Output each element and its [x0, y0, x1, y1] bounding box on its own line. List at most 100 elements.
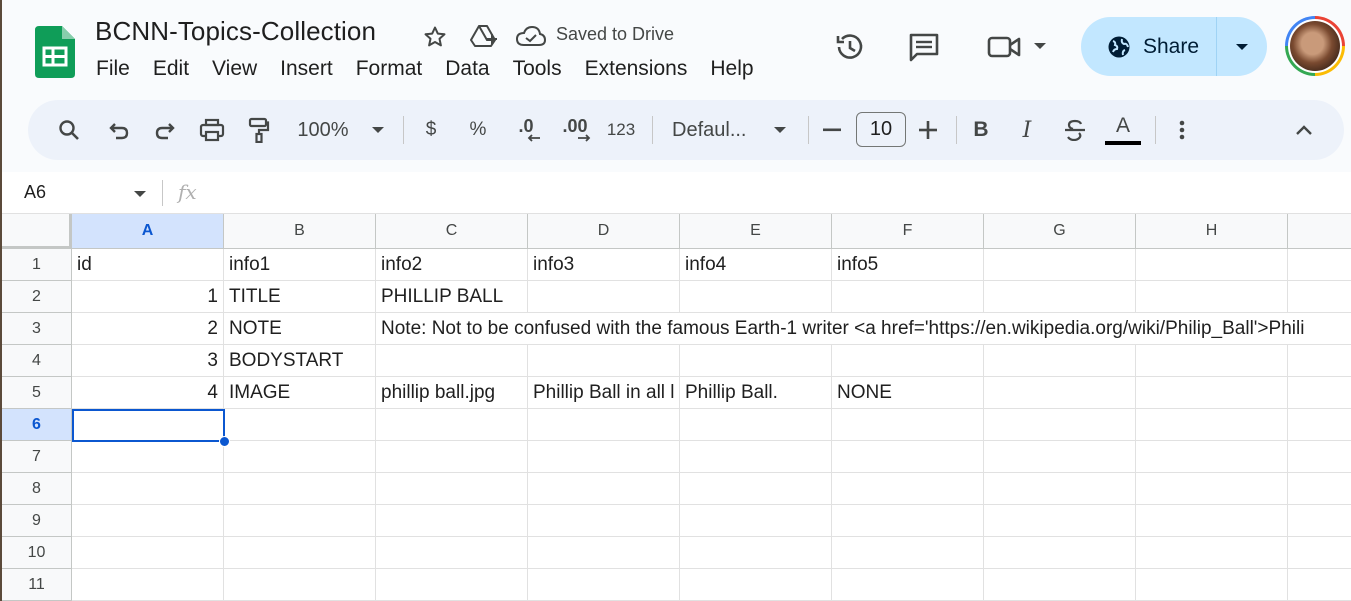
grid-cell[interactable]	[376, 409, 528, 441]
cell-a1[interactable]: id	[72, 249, 224, 281]
grid-cell[interactable]	[832, 281, 984, 313]
grid-cell[interactable]	[832, 345, 984, 377]
grid-cell[interactable]	[680, 505, 832, 537]
cell-b1[interactable]: info1	[224, 249, 376, 281]
grid-cell[interactable]	[680, 281, 832, 313]
grid-cell[interactable]	[1288, 537, 1351, 569]
cell-c5[interactable]: phillip ball.jpg	[376, 377, 528, 409]
row-header-11[interactable]: 11	[2, 569, 72, 601]
menu-extensions[interactable]: Extensions	[585, 57, 688, 81]
grid-cell[interactable]	[984, 473, 1136, 505]
grid-cell[interactable]	[1288, 281, 1351, 313]
save-status[interactable]: Saved to Drive	[556, 24, 674, 45]
cell-a3[interactable]: 2	[72, 313, 224, 345]
paint-format-icon[interactable]	[244, 100, 274, 160]
grid-cell[interactable]	[224, 441, 376, 473]
cell-b2[interactable]: TITLE	[224, 281, 376, 313]
grid-cell[interactable]	[1288, 377, 1351, 409]
font-family-select[interactable]: Defaul...	[672, 100, 756, 160]
document-title[interactable]: BCNN-Topics-Collection	[95, 16, 376, 47]
grid-cell[interactable]	[680, 441, 832, 473]
grid-cell[interactable]	[832, 569, 984, 601]
cell-b4[interactable]: BODYSTART	[224, 345, 376, 377]
cell-a2[interactable]: 1	[72, 281, 224, 313]
share-dropdown-icon[interactable]	[1217, 43, 1267, 51]
row-header-5[interactable]: 5	[2, 377, 72, 409]
grid-cell[interactable]	[1136, 377, 1288, 409]
grid-cell[interactable]	[1136, 473, 1288, 505]
row-header-7[interactable]: 7	[2, 441, 72, 473]
grid-cell[interactable]	[224, 473, 376, 505]
grid-cell[interactable]	[984, 441, 1136, 473]
zoom-select[interactable]: 100%	[292, 100, 354, 160]
name-box-dropdown-icon[interactable]	[132, 189, 148, 199]
grid-cell[interactable]	[832, 409, 984, 441]
grid-cell[interactable]	[984, 409, 1136, 441]
grid-cell[interactable]	[1288, 249, 1351, 281]
grid-cell[interactable]	[1136, 409, 1288, 441]
cell-b5[interactable]: IMAGE	[224, 377, 376, 409]
cell-e1[interactable]: info4	[680, 249, 832, 281]
grid-cell[interactable]	[528, 473, 680, 505]
grid-cell[interactable]	[1136, 505, 1288, 537]
fill-handle[interactable]	[219, 436, 230, 447]
grid-cell[interactable]	[680, 409, 832, 441]
menu-view[interactable]: View	[212, 57, 257, 81]
grid-cell[interactable]	[984, 505, 1136, 537]
italic-button[interactable]: I	[1014, 100, 1040, 160]
column-header-a[interactable]: A	[72, 214, 224, 249]
grid-cell[interactable]	[376, 441, 528, 473]
cell-c3[interactable]: Note: Not to be confused with the famous…	[376, 313, 1351, 345]
grid-cell[interactable]	[680, 345, 832, 377]
grid-cell[interactable]	[984, 377, 1136, 409]
select-all-corner[interactable]	[2, 214, 72, 249]
undo-icon[interactable]	[104, 100, 134, 160]
grid-cell[interactable]	[224, 409, 376, 441]
grid-cell[interactable]	[1288, 409, 1351, 441]
menu-help[interactable]: Help	[710, 57, 753, 81]
grid-cell[interactable]	[72, 569, 224, 601]
strikethrough-icon[interactable]	[1060, 100, 1090, 160]
collapse-toolbar-icon[interactable]	[1292, 100, 1316, 160]
grid-cell[interactable]	[1288, 505, 1351, 537]
search-menus-icon[interactable]	[54, 100, 84, 160]
percent-format-button[interactable]: %	[466, 100, 490, 160]
increase-font-size-icon[interactable]	[916, 100, 940, 160]
row-header-4[interactable]: 4	[2, 345, 72, 377]
menu-file[interactable]: File	[96, 57, 130, 81]
print-icon[interactable]	[197, 100, 227, 160]
grid-cell[interactable]	[1136, 345, 1288, 377]
redo-icon[interactable]	[150, 100, 180, 160]
grid-cell[interactable]	[376, 537, 528, 569]
version-history-icon[interactable]	[832, 30, 868, 64]
column-header-b[interactable]: B	[224, 214, 376, 249]
row-header-10[interactable]: 10	[2, 537, 72, 569]
menu-edit[interactable]: Edit	[153, 57, 189, 81]
grid-cell[interactable]	[1136, 441, 1288, 473]
grid-cell[interactable]	[224, 569, 376, 601]
font-dropdown-icon[interactable]	[772, 100, 788, 160]
share-button[interactable]: Share	[1081, 17, 1267, 76]
grid-cell[interactable]	[72, 505, 224, 537]
grid-cell[interactable]	[72, 473, 224, 505]
grid-cell[interactable]	[528, 569, 680, 601]
row-header-9[interactable]: 9	[2, 505, 72, 537]
active-cell-selection[interactable]	[72, 409, 225, 442]
grid-cell[interactable]	[984, 345, 1136, 377]
grid-cell[interactable]	[72, 537, 224, 569]
grid-cell[interactable]	[224, 505, 376, 537]
grid-cell[interactable]	[528, 281, 680, 313]
bold-button[interactable]: B	[968, 100, 994, 160]
grid-cell[interactable]	[680, 473, 832, 505]
column-header-g[interactable]: G	[984, 214, 1136, 249]
comments-icon[interactable]	[906, 30, 942, 64]
move-to-drive-icon[interactable]	[469, 22, 499, 50]
grid-cell[interactable]	[832, 537, 984, 569]
sheets-logo-icon[interactable]	[35, 26, 75, 78]
font-size-input[interactable]: 10	[856, 112, 906, 147]
grid-cell[interactable]	[376, 345, 528, 377]
grid-cell[interactable]	[832, 505, 984, 537]
star-icon[interactable]	[422, 24, 448, 50]
cell-a5[interactable]: 4	[72, 377, 224, 409]
meet-dropdown-icon[interactable]	[1032, 40, 1048, 52]
